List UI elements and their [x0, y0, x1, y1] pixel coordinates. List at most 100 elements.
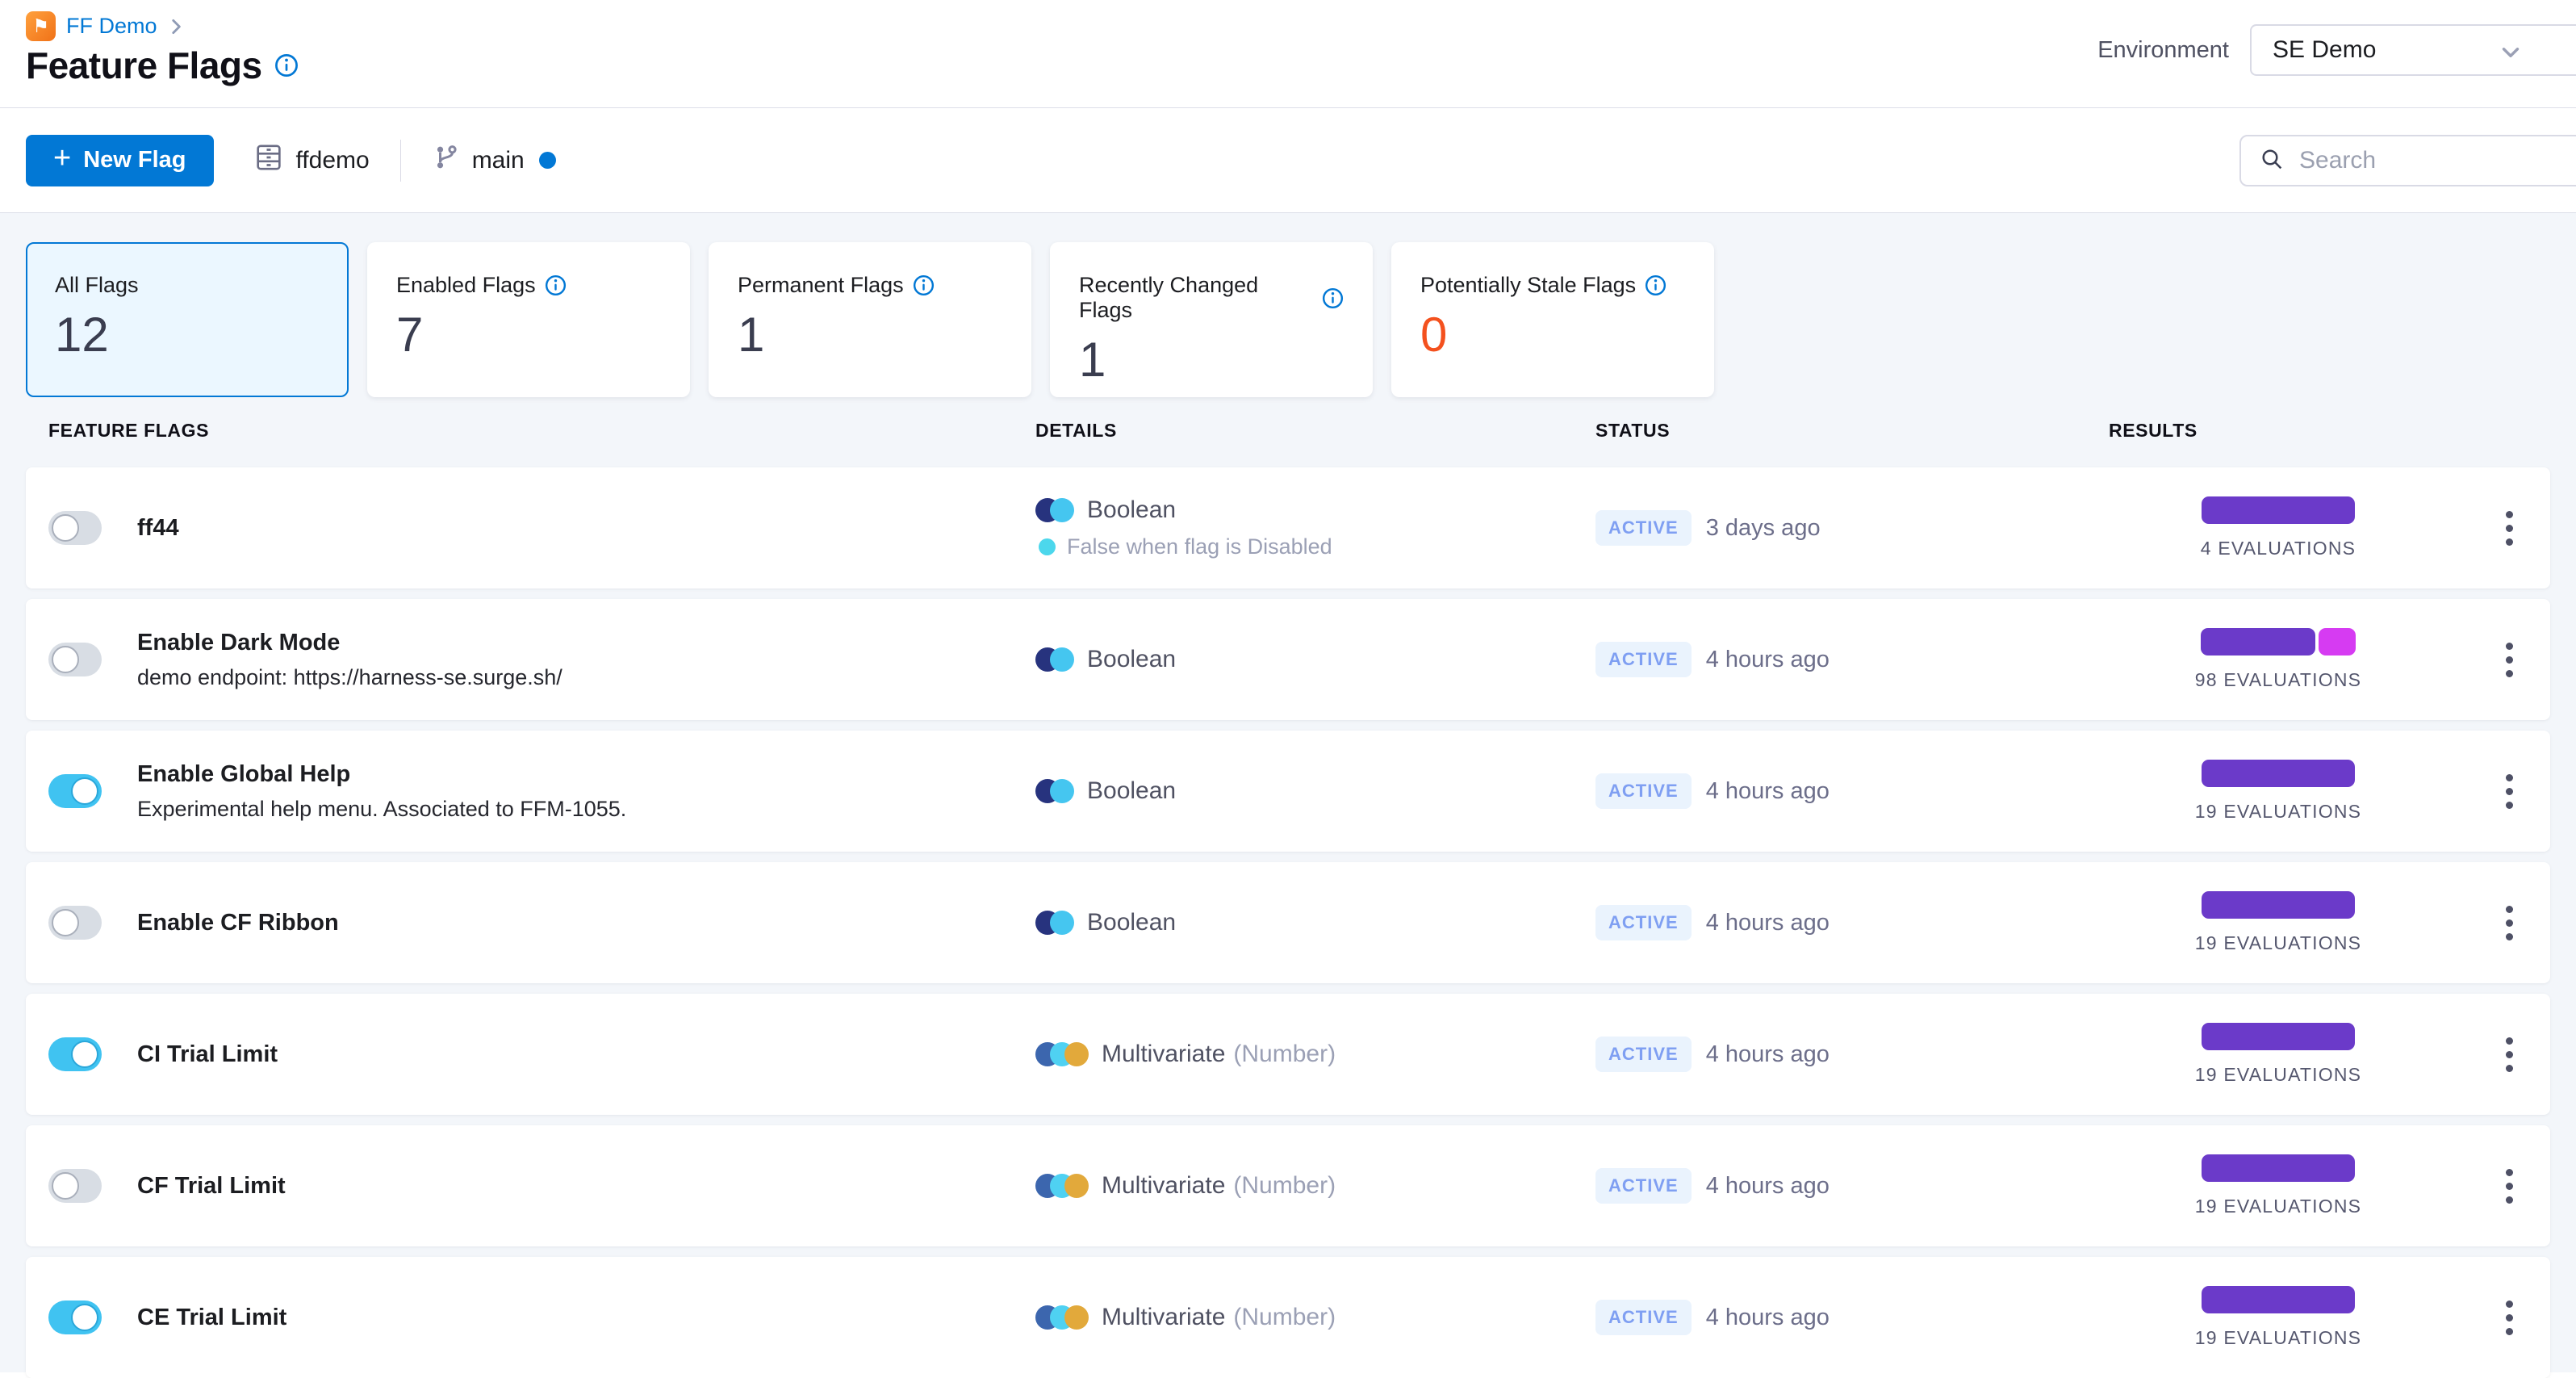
flag-type-note: (Number): [1233, 1304, 1336, 1330]
summary-card-all-flags[interactable]: All Flags 12: [26, 242, 349, 397]
summary-card-label: All Flags: [55, 273, 139, 297]
summary-card-label-row: Recently Changed Flags: [1079, 273, 1344, 323]
evaluations-bar-segment: [2202, 1286, 2355, 1313]
flag-details-cell: Boolean: [1035, 777, 1595, 805]
flag-toggle[interactable]: [48, 906, 102, 940]
flag-name-cell: CI Trial Limit: [137, 1041, 1035, 1068]
flag-status-cell: ACTIVE 4 hours ago: [1595, 905, 2109, 940]
flag-toggle-cell: [48, 774, 137, 808]
flag-row-ff44[interactable]: ff44 Boolean False when flag is Disabled AC…: [26, 467, 2550, 588]
multivariate-icon: [1035, 1042, 1089, 1066]
flag-row-ci-trial-limit[interactable]: CI Trial Limit Multivariate (Number) ACTIVE…: [26, 994, 2550, 1115]
flag-toggle-cell: [48, 511, 137, 545]
evaluations-bar: [2202, 760, 2355, 787]
flag-results-cell: 98 EVALUATIONS: [2109, 628, 2448, 691]
flag-row-enable-dark-mode[interactable]: Enable Dark Mode demo endpoint: https://h…: [26, 599, 2550, 720]
divider: [399, 139, 401, 182]
multivariate-icon: [1035, 1174, 1089, 1198]
plus-icon: +: [53, 140, 72, 175]
new-flag-button[interactable]: + New Flag: [26, 134, 214, 186]
summary-card-recently-changed-flags[interactable]: Recently Changed Flags 1: [1050, 242, 1373, 397]
repository-selector[interactable]: ffdemo: [253, 141, 370, 180]
kebab-dot: [2506, 787, 2513, 795]
flag-details-cell: Multivariate (Number): [1035, 1172, 1595, 1200]
flag-toggle[interactable]: [48, 643, 102, 676]
row-menu-button[interactable]: [2498, 1029, 2521, 1080]
flag-name: ff44: [137, 514, 179, 541]
evaluations-count: 19 EVALUATIONS: [2194, 932, 2362, 953]
flag-results-cell: 4 EVALUATIONS: [2109, 496, 2448, 559]
flag-type-note: (Number): [1233, 1172, 1336, 1199]
kebab-dot: [2506, 538, 2513, 546]
kebab-dot: [2506, 1050, 2513, 1058]
summary-card-potentially-stale-flags[interactable]: Potentially Stale Flags 0: [1391, 242, 1714, 397]
row-menu-cell: [2448, 1161, 2526, 1212]
row-menu-cell: [2448, 1029, 2526, 1080]
branch-status-dot: [538, 152, 556, 169]
row-menu-button[interactable]: [2498, 1161, 2521, 1212]
summary-card-label: Enabled Flags: [396, 273, 536, 297]
row-menu-button[interactable]: [2498, 766, 2521, 817]
flag-type-line: Boolean: [1035, 909, 1595, 936]
evaluations-count: 19 EVALUATIONS: [2194, 1196, 2362, 1217]
info-icon[interactable]: [545, 274, 567, 296]
evaluations-bar-segment: [2319, 628, 2356, 655]
chevron-down-icon: [2497, 39, 2524, 73]
search-box[interactable]: [2239, 135, 2576, 186]
search-input[interactable]: [2298, 146, 2540, 175]
evaluations-wrap: 19 EVALUATIONS: [2109, 760, 2448, 823]
status-badge: ACTIVE: [1595, 905, 1692, 940]
summary-card-label: Potentially Stale Flags: [1420, 273, 1637, 297]
flag-details-cell: Multivariate (Number): [1035, 1304, 1595, 1331]
flag-toggle[interactable]: [48, 1037, 102, 1071]
branch-selector[interactable]: main: [432, 143, 556, 178]
flag-type-line: Boolean: [1035, 646, 1595, 673]
row-menu-cell: [2448, 635, 2526, 685]
info-icon[interactable]: [1322, 287, 1344, 309]
kebab-dot: [2506, 773, 2513, 781]
environment-select[interactable]: SE Demo: [2250, 24, 2576, 76]
summary-card-permanent-flags[interactable]: Permanent Flags 1: [709, 242, 1031, 397]
flag-results-cell: 19 EVALUATIONS: [2109, 1023, 2448, 1086]
evaluations-bar: [2201, 628, 2356, 655]
flag-results-cell: 19 EVALUATIONS: [2109, 1286, 2448, 1349]
boolean-icon: [1035, 647, 1074, 672]
breadcrumb-project-link[interactable]: FF Demo: [66, 14, 157, 39]
flag-row-enable-cf-ribbon[interactable]: Enable CF Ribbon Boolean ACTIVE 4 hours ago…: [26, 862, 2550, 983]
breadcrumb[interactable]: ⚑ FF Demo: [26, 11, 186, 41]
info-icon[interactable]: [274, 53, 299, 77]
flag-toggle[interactable]: [48, 1301, 102, 1334]
flag-name: Enable Global Help: [137, 760, 351, 787]
row-menu-button[interactable]: [2498, 898, 2521, 949]
info-icon[interactable]: [1645, 274, 1666, 296]
kebab-dot: [2506, 1313, 2513, 1321]
summary-card-label-row: Enabled Flags: [396, 273, 661, 298]
updated-time: 4 hours ago: [1705, 1041, 1830, 1067]
flag-type-note: (Number): [1233, 1041, 1336, 1067]
flag-row-cf-trial-limit[interactable]: CF Trial Limit Multivariate (Number) ACTIVE…: [26, 1125, 2550, 1246]
flag-row-ce-trial-limit[interactable]: CE Trial Limit Multivariate (Number) ACTIVE…: [26, 1257, 2550, 1378]
column-header-status: STATUS: [1595, 420, 1671, 441]
evaluations-bar: [2202, 1286, 2355, 1313]
flag-toggle[interactable]: [48, 774, 102, 808]
toggle-knob: [52, 646, 79, 673]
flag-name: CI Trial Limit: [137, 1041, 278, 1067]
info-icon[interactable]: [913, 274, 935, 296]
flag-toggle[interactable]: [48, 511, 102, 545]
row-menu-button[interactable]: [2498, 635, 2521, 685]
summary-card-value: 0: [1420, 308, 1448, 362]
summary-card-enabled-flags[interactable]: Enabled Flags 7: [367, 242, 690, 397]
flag-type-label: Boolean: [1087, 496, 1177, 523]
page-title: Feature Flags: [26, 44, 262, 86]
row-menu-button[interactable]: [2498, 503, 2521, 554]
flag-toggle[interactable]: [48, 1169, 102, 1203]
flag-status-cell: ACTIVE 4 hours ago: [1595, 1168, 2109, 1204]
kebab-dot: [2506, 669, 2513, 677]
row-menu-button[interactable]: [2498, 1292, 2521, 1343]
row-menu-cell: [2448, 766, 2526, 817]
kebab-dot: [2506, 801, 2513, 809]
boolean-icon: [1035, 911, 1074, 935]
evaluations-bar-segment: [2202, 496, 2355, 524]
kebab-dot: [2506, 1037, 2513, 1045]
flag-row-enable-global-help[interactable]: Enable Global Help Experimental help menu…: [26, 731, 2550, 852]
